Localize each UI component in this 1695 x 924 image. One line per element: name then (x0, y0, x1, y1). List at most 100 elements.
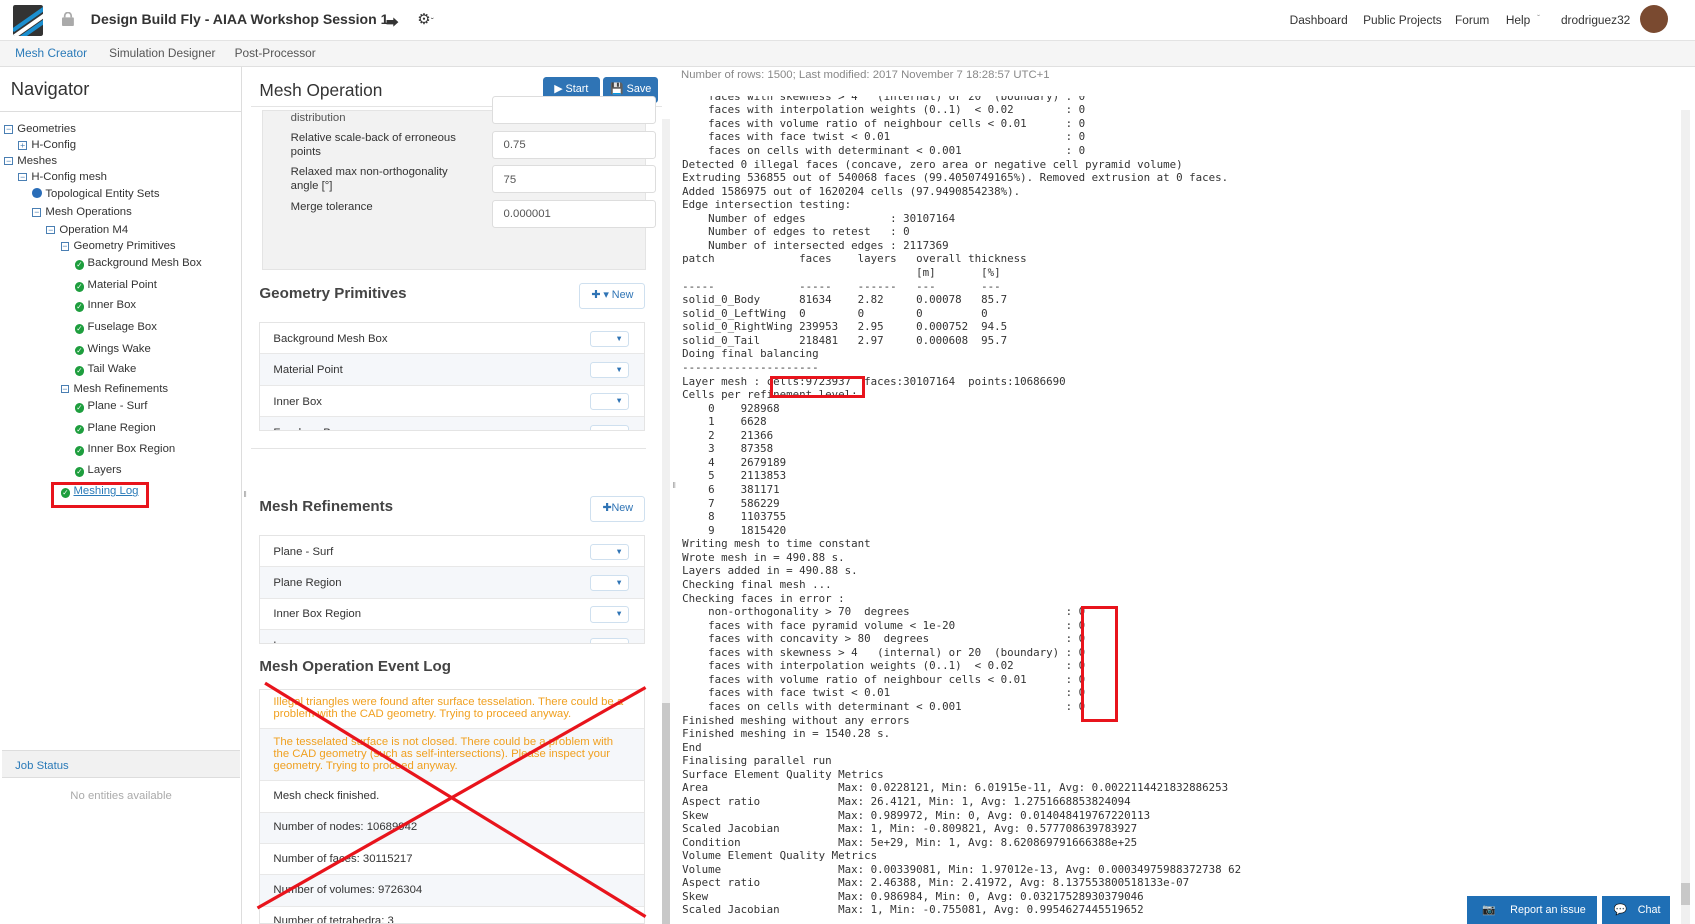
tree-item[interactable]: + H-Config (18, 139, 76, 151)
log-line: ----- ----- ------ --- --- (682, 279, 1001, 293)
tab-post-processor[interactable]: Post-Processor (235, 46, 316, 60)
chat-icon: 💬 (1613, 904, 1628, 917)
tree-item[interactable]: ✓ Inner Box (74, 299, 137, 313)
tree-item[interactable]: ✓ Inner Box Region (74, 443, 176, 456)
avatar[interactable] (1639, 5, 1668, 34)
crossed-out-annotation (256, 681, 647, 919)
log-line: Skew Max: 0.989972, Min: 0, Avg: 0.01404… (682, 808, 1151, 822)
log-line: Volume Element Quality Metrics (682, 849, 878, 863)
check-circle-icon: ✓ (74, 260, 85, 271)
log-line: 1 6628 (682, 415, 767, 429)
check-circle-icon: ✓ (74, 403, 85, 413)
tree-item[interactable]: ✓ Plane - Surf (74, 400, 147, 413)
tree-item[interactable]: ✓ Wings Wake (74, 343, 151, 356)
report-label: Report an issue (1510, 904, 1586, 917)
log-line: Number of edges to retest : 0 (682, 225, 910, 239)
tree-item[interactable]: − Operation M4 (46, 224, 128, 236)
log-line: Finalising parallel run (682, 754, 832, 768)
log-line: 7 586229 (682, 496, 780, 510)
nav-forum[interactable]: Forum (1455, 13, 1489, 27)
entity-set-icon (32, 188, 43, 199)
nav-dashboard[interactable]: Dashboard (1290, 13, 1348, 27)
tree-item[interactable]: ✓ Background Mesh Box (74, 257, 202, 271)
log-line: patch faces layers overall thickness (682, 252, 1027, 266)
gear-icon[interactable]: ⚙ˇ (417, 10, 433, 28)
tree-item[interactable]: Topological Entity Sets (32, 188, 160, 201)
tree-item[interactable]: − Mesh Refinements (60, 383, 168, 395)
chat-button[interactable]: 💬 Chat (1602, 896, 1671, 924)
log-line: Doing final balancing (682, 347, 819, 361)
job-status-header[interactable]: Job Status (2, 750, 240, 779)
collapse-icon[interactable]: − (60, 242, 70, 251)
tree-item-label: Inner Box (87, 299, 137, 312)
tree-item[interactable]: − H-Config mesh (18, 171, 107, 183)
tree-item[interactable]: − Mesh Operations (32, 206, 132, 219)
log-line: Scaled Jacobian Max: 1, Min: -0.809821, … (682, 822, 1138, 836)
log-line: faces with interpolation weights (0..1) … (682, 103, 1086, 117)
meshing-log-output: faces with skewness > 4 (internal) or 20… (682, 96, 1677, 924)
tree-item[interactable]: − Geometry Primitives (60, 239, 176, 252)
tree-item[interactable]: ✓ Fuselage Box (74, 321, 157, 334)
tree-item[interactable]: ✓ Plane Region (74, 422, 156, 435)
share-icon[interactable]: ⮕ (386, 12, 399, 31)
user-menu[interactable]: drodriguez32 (1561, 13, 1630, 27)
log-line: faces on cells with determinant < 0.001 … (682, 700, 1086, 714)
log-metadata: Number of rows: 1500; Last modified: 201… (681, 69, 1050, 82)
log-line: Number of intersected edges : 2117369 (682, 238, 949, 252)
log-line: 6 381171 (682, 483, 780, 497)
log-line: Extruding 536855 out of 540068 faces (99… (682, 171, 1229, 185)
log-line: Number of edges : 30107164 (682, 211, 956, 225)
collapse-icon[interactable]: − (32, 208, 42, 218)
log-line: solid_0_RightWing 239953 2.95 0.000752 9… (682, 320, 1008, 334)
expand-icon[interactable]: + (18, 141, 28, 151)
collapse-icon[interactable]: − (60, 384, 70, 394)
log-line: faces with face twist < 0.01 : 0 (682, 686, 1086, 700)
collapse-icon[interactable]: − (18, 172, 28, 182)
panel-resize-handle[interactable]: ‖ (672, 480, 676, 490)
tree-item-label: Fuselage Box (87, 321, 157, 334)
check-circle-icon: ✓ (74, 366, 85, 376)
zero-errors-annotation-box (1080, 606, 1118, 723)
cells-annotation-box (769, 376, 865, 398)
log-line: Checking final mesh ... (682, 577, 832, 591)
log-line: solid_0_Body 81634 2.82 0.00078 85.7 (682, 293, 1008, 307)
collapse-icon[interactable]: − (46, 225, 56, 235)
app-logo[interactable] (12, 5, 44, 36)
nav-help[interactable]: Help (1506, 13, 1530, 27)
tree-item[interactable]: ✓ Material Point (74, 279, 157, 292)
log-scrollbar[interactable] (1680, 110, 1690, 924)
log-line: 9 1815420 (682, 523, 787, 537)
log-line: [m] [%] (682, 266, 1001, 280)
tree-item-label: Operation M4 (59, 223, 129, 236)
tree-item-label: Geometry Primitives (73, 239, 176, 252)
collapse-icon[interactable]: − (4, 156, 13, 166)
log-line: solid_0_Tail 218481 2.97 0.000608 95.7 (682, 333, 1008, 347)
log-line: --------------------- (682, 360, 819, 374)
log-line: faces with skewness > 4 (internal) or 20… (682, 96, 1086, 103)
log-line: Layers added in = 490.88 s. (682, 564, 858, 578)
nav-public-projects[interactable]: Public Projects (1363, 13, 1442, 27)
tab-simulation-designer[interactable]: Simulation Designer (109, 46, 215, 60)
tree-item-label: Inner Box Region (87, 443, 176, 456)
log-line: Volume Max: 0.00339081, Min: 1.97012e-13… (682, 862, 1242, 876)
log-line: Condition Max: 5e+29, Min: 1, Avg: 8.620… (682, 835, 1138, 849)
panel-resize-handle[interactable]: ‖ (243, 489, 247, 499)
log-scrollbar-thumb[interactable] (1680, 883, 1690, 905)
tree-item-label: Layers (87, 463, 122, 476)
tree-item[interactable]: − Meshes (4, 155, 57, 167)
log-line: Aspect ratio Max: 26.4121, Min: 1, Avg: … (682, 794, 1131, 808)
camera-icon: 📷 (1482, 904, 1496, 917)
tree-item[interactable]: ✓ Layers (74, 463, 122, 477)
tab-mesh-creator[interactable]: Mesh Creator (15, 46, 87, 60)
log-line: faces with volume ratio of neighbour cel… (682, 116, 1086, 130)
log-line: 4 2679189 (682, 455, 787, 469)
tree-item-label: Mesh Operations (45, 206, 132, 219)
collapse-icon[interactable]: − (4, 125, 13, 134)
report-issue-button[interactable]: 📷 Report an issue (1466, 896, 1597, 924)
tree-item[interactable]: ✓ Tail Wake (74, 363, 136, 376)
tree-item[interactable]: − Geometries (4, 123, 76, 135)
log-line: 0 928968 (682, 401, 780, 415)
tree-item-label: Topological Entity Sets (45, 188, 160, 201)
chevron-down-icon: ˇ (1537, 12, 1541, 23)
meshing-log-annotation-box (50, 482, 150, 509)
